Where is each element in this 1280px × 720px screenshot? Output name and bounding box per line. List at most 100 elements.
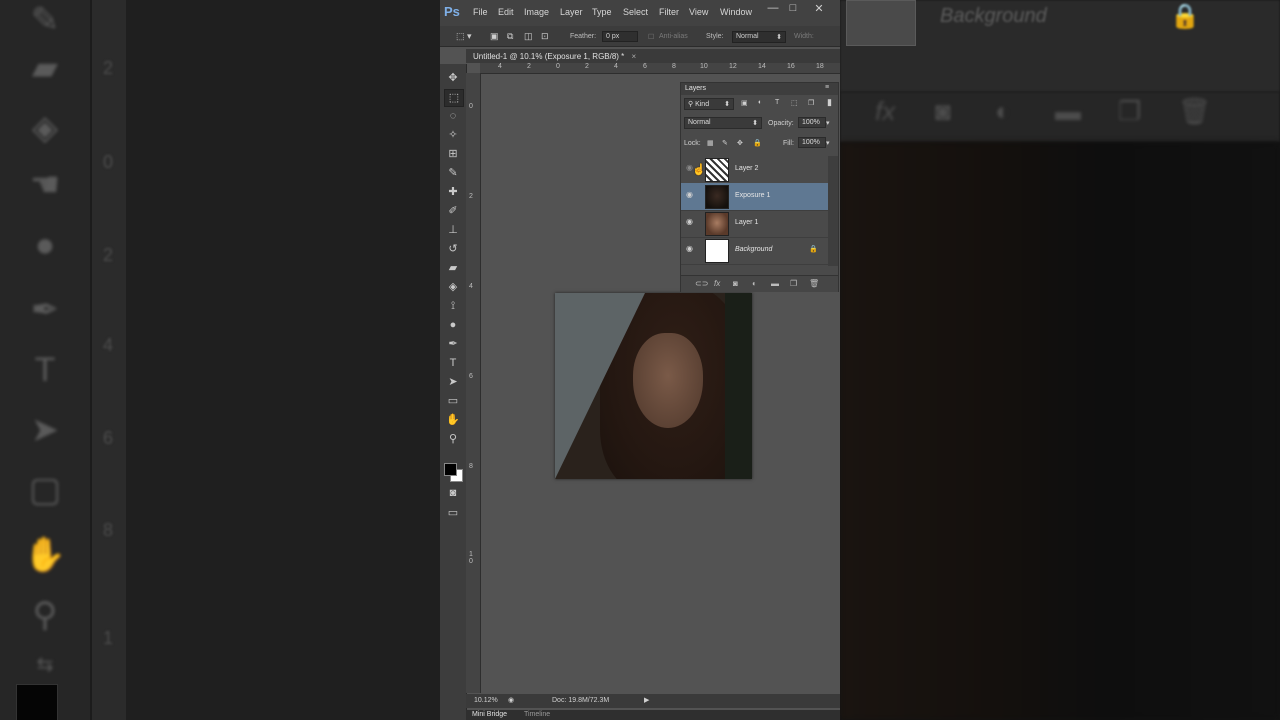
new-layer-icon[interactable]: ❐ — [790, 279, 797, 288]
link-layers-icon[interactable]: ⊂⊃ — [695, 279, 708, 288]
menu-type[interactable]: Type — [592, 7, 612, 17]
zoom-icon: ⚲ — [32, 596, 58, 634]
blur-icon[interactable]: ⟟ — [444, 298, 462, 314]
antialias-checkbox[interactable]: ☐ — [648, 33, 654, 41]
magic-wand-icon[interactable]: ✧ — [444, 127, 462, 143]
visibility-eye-icon[interactable]: ◉ — [686, 190, 693, 199]
menu-filter[interactable]: Filter — [659, 7, 679, 17]
screen-mode-icon[interactable]: ▭ — [444, 505, 462, 521]
feather-input[interactable]: 0 px — [602, 31, 638, 42]
menu-file[interactable]: File — [473, 7, 488, 17]
filter-smart-object-icon[interactable]: ❐ — [808, 99, 814, 107]
fill-input[interactable]: 100% — [798, 137, 826, 148]
eraser-icon[interactable]: ▰ — [444, 260, 462, 276]
zoom-level[interactable]: 10.12% — [474, 697, 498, 704]
blurred-layer-thumbnail — [846, 0, 916, 46]
subtract-selection-icon[interactable]: ◫ — [524, 31, 533, 42]
fill-label: Fill: — [783, 140, 794, 147]
path-select-icon: ➤ — [30, 411, 60, 449]
document-tab-close[interactable]: × — [632, 52, 637, 61]
menu-select[interactable]: Select — [623, 7, 648, 17]
maximize-button[interactable]: □ — [784, 2, 802, 14]
path-selection-icon[interactable]: ➤ — [444, 374, 462, 390]
filter-toggle[interactable]: ▮ — [827, 97, 832, 108]
menu-layer[interactable]: Layer — [560, 7, 583, 17]
adjustment-layer-icon[interactable]: ◐ — [752, 279, 757, 288]
blurred-canvas — [126, 0, 440, 720]
layer-thumbnail — [705, 239, 729, 263]
tab-mini-bridge[interactable]: Mini Bridge — [472, 711, 507, 718]
layer-filter-select[interactable]: ⚲ Kind ⬍ — [684, 98, 734, 110]
hand-cursor-icon: ☝ — [692, 164, 706, 176]
new-selection-icon[interactable]: ▣ — [490, 31, 499, 42]
options-bar: ⬚ ▾ ▣ ⧉ ◫ ⊡ Feather: 0 px ☐ Anti-alias S… — [440, 26, 840, 47]
add-mask-icon[interactable]: ◙ — [733, 279, 738, 288]
eyedropper-icon[interactable]: ✎ — [444, 165, 462, 181]
pen-icon[interactable]: ✒ — [444, 336, 462, 352]
layer-row-exposure-1[interactable]: ◉ Exposure 1 — [681, 183, 828, 211]
document-tab[interactable]: Untitled-1 @ 10.1% (Exposure 1, RGB/8) *… — [473, 52, 636, 61]
curtain-overlay — [555, 293, 645, 479]
lock-image-icon[interactable]: ✎ — [722, 139, 728, 147]
history-brush-icon[interactable]: ↺ — [444, 241, 462, 257]
menu-view[interactable]: View — [689, 7, 708, 17]
close-button[interactable]: ✕ — [810, 2, 828, 15]
visibility-eye-icon[interactable]: ◉ — [686, 217, 693, 226]
ruler-tick-label: 2 — [469, 193, 473, 200]
lasso-icon[interactable]: ◌ — [444, 108, 462, 124]
panel-menu-icon[interactable]: ≡ — [825, 84, 829, 91]
lock-all-icon[interactable]: 🔒 — [753, 139, 762, 147]
opacity-input[interactable]: 100% — [798, 117, 826, 128]
paint-bucket-icon[interactable]: ◈ — [444, 279, 462, 295]
healing-brush-icon[interactable]: ✚ — [444, 184, 462, 200]
visibility-eye-icon[interactable]: ◉ — [686, 244, 693, 253]
lock-position-icon[interactable]: ✥ — [737, 139, 743, 147]
blend-mode-select[interactable]: Normal ⬍ — [684, 117, 762, 129]
filter-pixel-icon[interactable]: ▣ — [741, 99, 748, 107]
tab-timeline[interactable]: Timeline — [524, 711, 550, 718]
fx-icon[interactable]: fx — [714, 279, 720, 288]
minimize-button[interactable]: — — [764, 2, 782, 14]
lock-icon: 🔒 — [809, 246, 818, 253]
dodge-icon[interactable]: ● — [444, 317, 462, 333]
menu-window[interactable]: Window — [720, 7, 752, 17]
status-info-icon[interactable]: ◉ — [508, 696, 514, 704]
intersect-selection-icon[interactable]: ⊡ — [541, 31, 549, 42]
layers-panel-title[interactable]: Layers — [685, 85, 706, 92]
foreground-color-swatch[interactable] — [444, 463, 457, 476]
move-tool-icon[interactable]: ✥ — [444, 70, 462, 86]
hand-icon: ✋ — [23, 536, 67, 574]
layer-row-background[interactable]: ◉ Background 🔒 — [681, 237, 828, 265]
status-menu-arrow-icon[interactable]: ▶ — [644, 696, 649, 704]
filter-type-icon[interactable]: T — [775, 99, 779, 106]
marquee-tool-preset-icon[interactable]: ⬚ ▾ — [456, 31, 472, 42]
chevron-down-icon[interactable]: ▾ — [826, 119, 830, 127]
dodge-icon: ● — [34, 226, 56, 264]
new-group-icon[interactable]: ▬ — [771, 279, 779, 288]
menu-edit[interactable]: Edit — [498, 7, 514, 17]
menu-image[interactable]: Image — [524, 7, 549, 17]
filter-shape-icon[interactable]: ⬚ — [791, 99, 798, 107]
rectangle-shape-icon[interactable]: ▭ — [444, 393, 462, 409]
brush-icon[interactable]: ✐ — [444, 203, 462, 219]
crop-icon[interactable]: ⊞ — [444, 146, 462, 162]
trash-icon[interactable]: 🗑 — [809, 279, 819, 288]
lock-transparent-icon[interactable]: ▦ — [707, 139, 714, 147]
smudge-icon: ☚ — [29, 166, 61, 204]
document-image[interactable] — [555, 293, 752, 479]
chevron-down-icon[interactable]: ▾ — [826, 139, 830, 147]
layers-panel-footer: ⊂⊃ fx ◙ ◐ ▬ ❐ 🗑 — [681, 275, 838, 292]
type-icon[interactable]: T — [444, 355, 462, 371]
hand-icon[interactable]: ✋ — [444, 412, 462, 428]
layer-row-layer-1[interactable]: ◉ Layer 1 — [681, 210, 828, 238]
add-selection-icon[interactable]: ⧉ — [507, 31, 513, 42]
clone-stamp-icon[interactable]: ⊥ — [444, 222, 462, 238]
filter-adjustment-icon[interactable]: ◐ — [758, 99, 762, 106]
layers-scrollbar[interactable] — [828, 156, 838, 266]
style-select[interactable]: Normal ⬍ — [732, 31, 786, 43]
zoom-icon[interactable]: ⚲ — [444, 431, 462, 447]
layer-filter-value: Kind — [695, 101, 710, 108]
quick-mask-icon[interactable]: ◙ — [444, 485, 462, 501]
chevron-down-icon: ⬍ — [752, 120, 758, 127]
rectangular-marquee-icon[interactable]: ⬚ — [444, 89, 464, 107]
